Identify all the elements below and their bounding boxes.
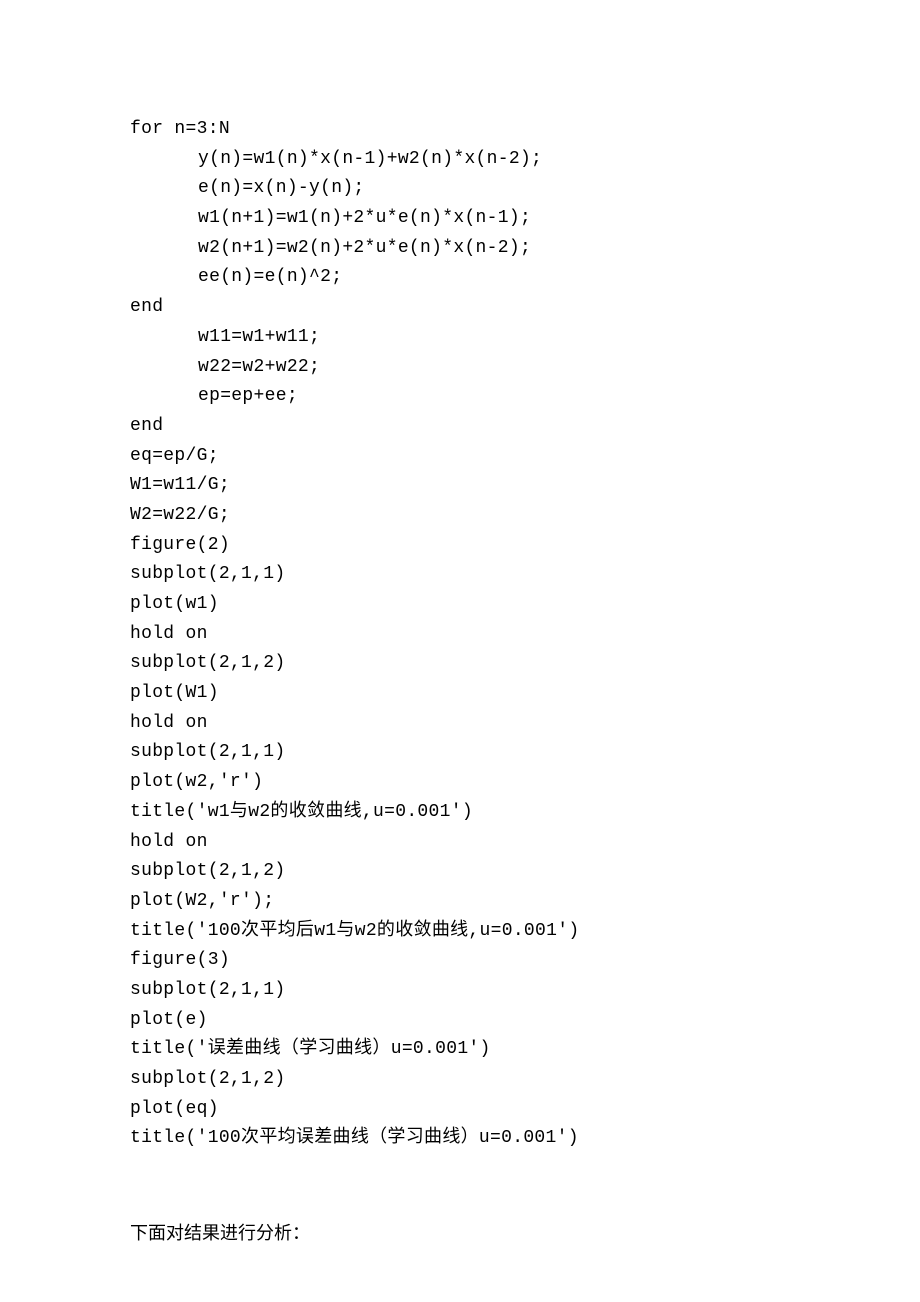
code-line: subplot(2,1,1) [130, 738, 790, 768]
code-line: W1=w11/G; [130, 471, 790, 501]
code-line: ee(n)=e(n)^2; [198, 263, 790, 293]
code-line: title('100次平均误差曲线（学习曲线）u=0.001') [130, 1124, 790, 1154]
code-line: end [130, 293, 790, 323]
code-line: w2(n+1)=w2(n)+2*u*e(n)*x(n-2); [198, 234, 790, 264]
code-line: figure(3) [130, 946, 790, 976]
code-line: ep=ep+ee; [198, 382, 790, 412]
code-line: subplot(2,1,1) [130, 560, 790, 590]
code-line: for n=3:N [130, 115, 790, 145]
code-line: subplot(2,1,1) [130, 976, 790, 1006]
code-line: w11=w1+w11; [198, 323, 790, 353]
code-line: hold on [130, 828, 790, 858]
code-line: w1(n+1)=w1(n)+2*u*e(n)*x(n-1); [198, 204, 790, 234]
code-line: title('100次平均后w1与w2的收敛曲线,u=0.001') [130, 917, 790, 947]
code-line: e(n)=x(n)-y(n); [198, 174, 790, 204]
code-line: subplot(2,1,2) [130, 1065, 790, 1095]
code-line: hold on [130, 620, 790, 650]
code-line: subplot(2,1,2) [130, 857, 790, 887]
code-line: w22=w2+w22; [198, 353, 790, 383]
code-line: y(n)=w1(n)*x(n-1)+w2(n)*x(n-2); [198, 145, 790, 175]
code-line: plot(w2,'r') [130, 768, 790, 798]
code-line: plot(W2,'r'); [130, 887, 790, 917]
code-line: title('w1与w2的收敛曲线,u=0.001') [130, 798, 790, 828]
code-line: W2=w22/G; [130, 501, 790, 531]
code-line: plot(W1) [130, 679, 790, 709]
code-line: plot(e) [130, 1006, 790, 1036]
code-line: title('误差曲线（学习曲线）u=0.001') [130, 1035, 790, 1065]
code-line: plot(w1) [130, 590, 790, 620]
code-line: subplot(2,1,2) [130, 649, 790, 679]
code-block: for n=3:Ny(n)=w1(n)*x(n-1)+w2(n)*x(n-2);… [130, 115, 790, 1154]
footer-text: 下面对结果进行分析： [130, 1219, 790, 1249]
code-line: plot(eq) [130, 1095, 790, 1125]
code-line: eq=ep/G; [130, 442, 790, 472]
code-line: end [130, 412, 790, 442]
code-line: figure(2) [130, 531, 790, 561]
code-line: hold on [130, 709, 790, 739]
